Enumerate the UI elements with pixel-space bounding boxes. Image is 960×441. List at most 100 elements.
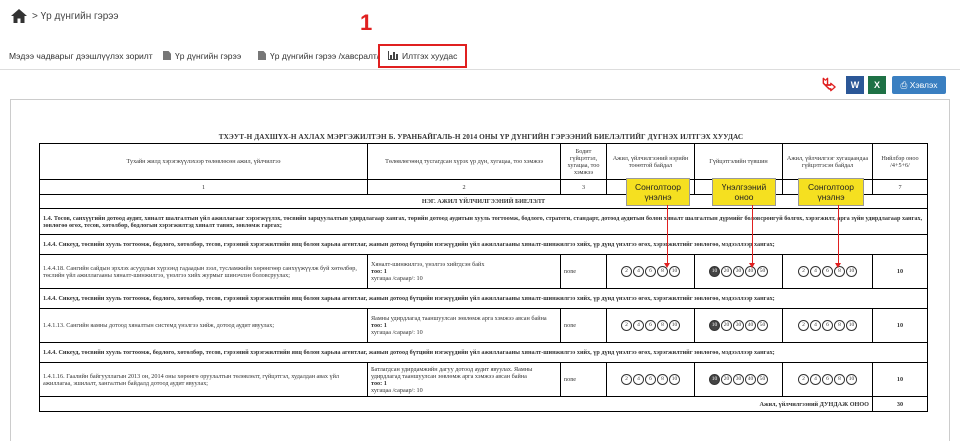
callout-quality: Сонголтоор үнэлнэ (626, 178, 690, 206)
rating-option[interactable]: 8 (834, 320, 845, 331)
actual-cell: none (560, 362, 607, 397)
rating-option[interactable]: 10 (709, 266, 720, 277)
table-row: 1.4.4.18. Сангийн сайдын эрхлэх асуудлын… (39, 254, 928, 289)
rating-option[interactable]: 2 (798, 320, 809, 331)
rating-option[interactable]: 50 (757, 266, 768, 277)
level-options: 10 20 30 40 50 (694, 308, 783, 343)
callout-score: Үнэлгээний оноо (712, 178, 776, 206)
rating-option[interactable]: 10 (669, 266, 680, 277)
column-number: 3 (560, 179, 607, 195)
group-heading: 1.4.4. Сикеуд, төсвийн хууль тогтоомж, б… (39, 234, 928, 255)
rating-option[interactable]: 10 (709, 320, 720, 331)
header-cell: Тухайн жилд хэрэгжүүлэхээр төлөвлөсөн аж… (39, 143, 368, 180)
excel-export-button[interactable]: X (868, 76, 886, 94)
rating-option[interactable]: 8 (834, 374, 845, 385)
group-heading: 1.4.4. Сикеуд, төсвийн хууль тогтоомж, б… (39, 342, 928, 363)
score-cell: 10 (872, 308, 928, 343)
group-heading: 1.4.4. Сикеуд, төсвийн хууль тогтоомж, б… (39, 288, 928, 309)
rating-option[interactable]: 6 (645, 266, 656, 277)
level-options: 10 20 30 40 50 (694, 254, 783, 289)
column-number: 2 (367, 179, 561, 195)
rating-option[interactable]: 4 (633, 374, 644, 385)
rating-option[interactable]: 4 (810, 266, 821, 277)
arrow-head (664, 263, 670, 268)
rating-option[interactable]: 10 (669, 374, 680, 385)
quality-options: 2 4 6 8 10 (606, 254, 695, 289)
rating-option[interactable]: 6 (645, 320, 656, 331)
tab-report-sheet[interactable]: Илтгэх хуудас (378, 44, 468, 68)
rating-option[interactable]: 6 (822, 320, 833, 331)
report-panel: ТХЭУТ-Н ДАХШҮХ-Н АХЛАХ МЭРГЭЖИЛТЭН Б. УР… (10, 99, 950, 441)
rating-option[interactable]: 40 (745, 320, 756, 331)
rating-option[interactable]: 20 (721, 374, 732, 385)
tab-result-contract-appendix[interactable]: Үр дүнгийн гэрээ /хавсралт/ (258, 47, 379, 65)
actual-cell: none (560, 308, 607, 343)
level-options: 10 20 30 40 50 (694, 362, 783, 397)
home-icon[interactable] (11, 9, 27, 23)
export-actions: ⮱ W X ⎙ Хэвлэх (822, 76, 946, 94)
plan-cell: Батлагдсан удирдамжийн дагуу дотоод ауди… (367, 362, 561, 397)
rating-option[interactable]: 10 (846, 320, 857, 331)
tab-result-contract[interactable]: Үр дүнгийн гэрээ (163, 47, 241, 65)
actual-cell: none (560, 254, 607, 289)
rating-option[interactable]: 10 (709, 374, 720, 385)
report-table: Тухайн жилд хэрэгжүүлэхээр төлөвлөсөн аж… (39, 143, 928, 412)
rating-option[interactable]: 20 (721, 266, 732, 277)
task-cell: 1.4.1.13. Сангийн яамны дотоод хяналтын … (39, 308, 368, 343)
annotation-number: 1 (360, 10, 373, 35)
task-cell: 1.4.4.18. Сангийн сайдын эрхлэх асуудлын… (39, 254, 368, 289)
average-value: 30 (872, 396, 928, 412)
rating-option[interactable]: 8 (657, 320, 668, 331)
word-export-button[interactable]: W (846, 76, 864, 94)
rating-option[interactable]: 6 (822, 374, 833, 385)
table-row: 1.4.1.16. Гаалийн байгууллагын 2013 он, … (39, 362, 928, 397)
callout-arrow (667, 205, 668, 265)
rating-option[interactable]: 30 (733, 320, 744, 331)
breadcrumb: > Үр дүнгийн гэрээ (32, 11, 119, 22)
plan-cell: Яамны удирдлагад тааншуулсан зөвлөмж арг… (367, 308, 561, 343)
table-row: 1.4.1.13. Сангийн яамны дотоод хяналтын … (39, 308, 928, 343)
pdf-icon[interactable]: ⮱ (822, 76, 840, 94)
callout-timeliness: Сонголтоор үнэлнэ (798, 178, 864, 206)
rating-option[interactable]: 2 (621, 266, 632, 277)
rating-option[interactable]: 6 (645, 374, 656, 385)
rating-option[interactable]: 2 (798, 374, 809, 385)
plan-cell: Хяналт-шинжилгээ, үнэлгээ хийгдсэн байх т… (367, 254, 561, 289)
callout-arrow (752, 205, 753, 265)
header-cell: Ажил, үйлчилгээг хугацаандаа гүйцэтгэсэн… (782, 143, 873, 180)
column-number: 7 (872, 179, 928, 195)
bar-chart-icon (388, 51, 398, 60)
rating-option[interactable]: 20 (721, 320, 732, 331)
tab-goals[interactable]: Мэдээ чадварыг дээшлүүлэх зорилт (9, 47, 153, 65)
rating-option[interactable]: 2 (621, 374, 632, 385)
rating-option[interactable]: 6 (822, 266, 833, 277)
column-number: 1 (39, 179, 368, 195)
rating-option[interactable]: 10 (846, 266, 857, 277)
header-cell: Ажил, үйлчилгээний нэрийн тоөөтгой байда… (606, 143, 695, 180)
rating-option[interactable]: 4 (633, 320, 644, 331)
group-heading: 1.4. Тосов, санхүүгийн дотоод аудит, хян… (39, 208, 928, 235)
rating-option[interactable]: 50 (757, 320, 768, 331)
rating-option[interactable]: 50 (757, 374, 768, 385)
rating-option[interactable]: 30 (733, 374, 744, 385)
rating-option[interactable]: 40 (745, 374, 756, 385)
rating-option[interactable]: 10 (669, 320, 680, 331)
rating-option[interactable]: 10 (846, 374, 857, 385)
rating-option[interactable]: 4 (633, 266, 644, 277)
score-cell: 10 (872, 254, 928, 289)
document-icon (258, 51, 266, 60)
rating-option[interactable]: 8 (657, 374, 668, 385)
timeliness-options: 2 4 6 8 10 (782, 254, 873, 289)
rating-option[interactable]: 4 (810, 374, 821, 385)
top-bar: > Үр дүнгийн гэрээ 1 (0, 0, 960, 36)
rating-option[interactable]: 2 (798, 266, 809, 277)
header-cell: Бодит гүйцэтгэл, хугацаа, тоо хэмжээ (560, 143, 607, 180)
rating-option[interactable]: 4 (810, 320, 821, 331)
header-cell: Гүйцэтгэлийн түвшин (694, 143, 783, 180)
rating-option[interactable]: 30 (733, 266, 744, 277)
timeliness-options: 2 4 6 8 10 (782, 362, 873, 397)
rating-option[interactable]: 2 (621, 320, 632, 331)
header-cell: Нийлбэр оноо /4+5+6/ (872, 143, 928, 180)
document-title: ТХЭУТ-Н ДАХШҮХ-Н АХЛАХ МЭРГЭЖИЛТЭН Б. УР… (218, 133, 744, 141)
print-button[interactable]: ⎙ Хэвлэх (892, 76, 946, 94)
